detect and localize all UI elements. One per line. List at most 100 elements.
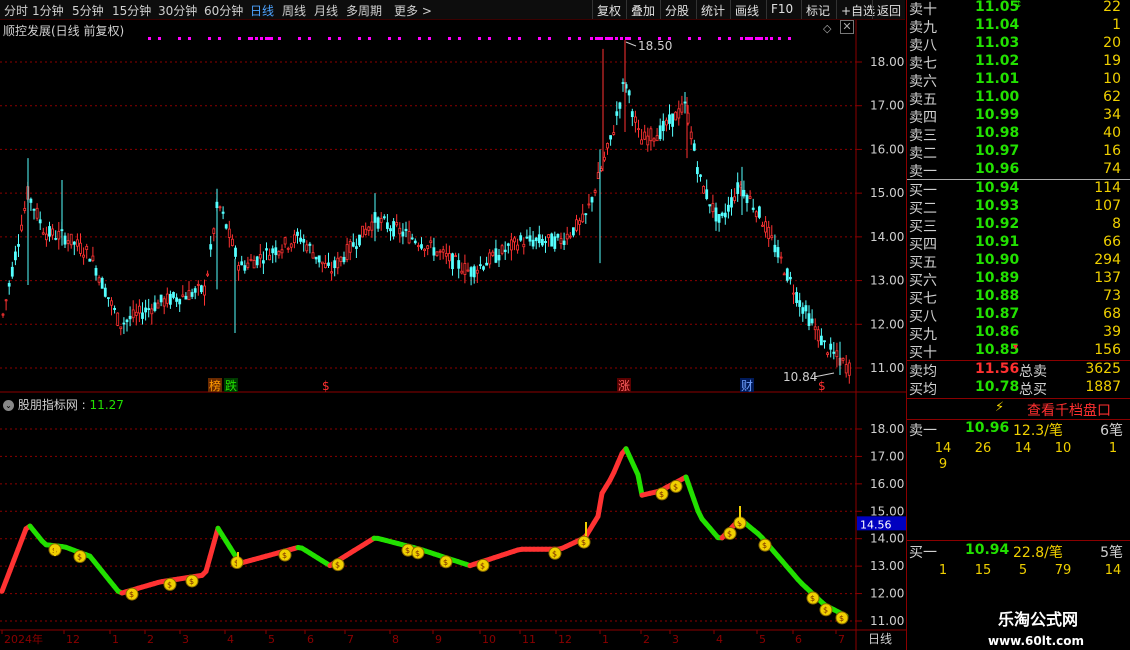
event-marker[interactable]: $	[818, 379, 826, 393]
level-volume: 10	[1103, 71, 1121, 87]
time-tick-label: 6	[795, 633, 802, 646]
bid-level-row[interactable]: 买九 10.86 39	[907, 324, 1130, 343]
level-volume: 62	[1103, 89, 1121, 105]
signal-dot	[688, 37, 691, 40]
bid-level-row[interactable]: 买四 10.91 66	[907, 234, 1130, 253]
level-volume: 34	[1103, 107, 1121, 123]
ask-level-row[interactable]: 卖四 10.99 34	[907, 107, 1130, 126]
candle-body	[618, 102, 622, 109]
candle-body	[361, 225, 365, 238]
sort-icon[interactable]: ↕	[1015, 0, 1023, 10]
level-price: 11.00	[975, 89, 1020, 105]
order-book-panel: 卖十 11.05 22 ↕ 卖九 11.04 1 卖八 11.03 20 卖七 11.02 19 卖六 11…	[906, 0, 1130, 650]
candle-body	[627, 90, 631, 96]
candle-body	[261, 260, 265, 264]
time-tick-label: 9	[435, 633, 442, 646]
candle-body	[593, 190, 597, 193]
bid-level-row[interactable]: 买八 10.87 68	[907, 306, 1130, 325]
candle-body	[758, 206, 761, 218]
signal-dot	[610, 37, 613, 40]
ask-level-row[interactable]: 卖六 11.01 10	[907, 71, 1130, 90]
event-marker[interactable]: 财	[741, 379, 753, 393]
bid-level-row[interactable]: 买五 10.90 294	[907, 252, 1130, 271]
bid-level-row[interactable]: 买一 10.94 114	[907, 180, 1130, 199]
price-tick-label: 15.00	[870, 186, 904, 200]
money-bag-icon: $	[73, 550, 87, 564]
candle-body	[289, 243, 293, 248]
bid-level-row[interactable]: 买十 10.85 156 ▾	[907, 342, 1130, 361]
time-tick-label: 5	[268, 633, 275, 646]
candle-body	[615, 111, 619, 116]
time-tick-label: 3	[672, 633, 679, 646]
candle-body	[488, 252, 492, 265]
ask-level-row[interactable]: 卖五 11.00 62	[907, 89, 1130, 108]
level-volume: 22	[1103, 0, 1121, 15]
ask-level-row[interactable]: 卖三 10.98 40	[907, 125, 1130, 144]
signal-dot	[620, 37, 623, 40]
candle-body	[779, 256, 783, 259]
level-label: 买五	[909, 255, 937, 271]
bid-level-row[interactable]: 买七 10.88 73	[907, 288, 1130, 307]
candle-body	[727, 204, 730, 212]
level-volume: 294	[1094, 252, 1121, 268]
ask-level-row[interactable]: 卖十 11.05 22 ↕	[907, 0, 1130, 18]
candle-body	[559, 238, 563, 244]
money-bag-symbol: $	[443, 558, 448, 567]
level-label: 买四	[909, 237, 937, 253]
sell-queue-header: 卖一 10.96 12.3/笔 6笔	[907, 420, 1130, 439]
money-bag-symbol: $	[405, 546, 410, 555]
money-bag-icon: $	[819, 603, 833, 617]
time-tick-label: 1	[112, 633, 119, 646]
money-bag-icon: $	[125, 587, 139, 601]
current-value-label: 14.56	[860, 518, 892, 531]
candle-body	[286, 247, 290, 250]
queue-label: 卖一	[909, 423, 937, 439]
indicator-tick-label: 13.00	[870, 559, 904, 573]
kline-chart[interactable]: 18.5010.84榜跌$涨财$ $$$$$$$$$$$$$$$$$$$$$$ …	[0, 0, 906, 650]
avg-label: 卖均	[909, 364, 937, 380]
level-volume: 137	[1094, 270, 1121, 286]
bid-level-row[interactable]: 买六 10.89 137	[907, 270, 1130, 289]
ask-level-row[interactable]: 卖二 10.97 16	[907, 143, 1130, 162]
level-volume: 39	[1103, 324, 1121, 340]
candle-body	[711, 203, 715, 213]
ask-level-row[interactable]: 卖八 11.03 20	[907, 35, 1130, 54]
candle-body	[482, 266, 485, 270]
ask-level-row[interactable]: 卖七 11.02 19	[907, 53, 1130, 72]
candle-body	[717, 214, 721, 223]
money-bag-icon: $	[411, 546, 425, 560]
bid-level-row[interactable]: 买三 10.92 8	[907, 216, 1130, 235]
candle-body	[79, 242, 82, 254]
candle-body	[88, 258, 92, 262]
event-marker[interactable]: 跌	[225, 378, 237, 393]
time-tick-label: 3	[182, 633, 189, 646]
candle-body	[156, 302, 160, 309]
ask-level-row[interactable]: 卖九 11.04 1	[907, 17, 1130, 36]
candle-body	[144, 307, 148, 313]
candle-body	[596, 172, 600, 179]
view-full-depth-button[interactable]: ⚡ 查看千档盘口	[907, 399, 1130, 419]
collapse-icon[interactable]: ⌄	[3, 400, 14, 411]
money-bag-symbol: $	[189, 577, 194, 586]
total-volume: 3625	[1085, 361, 1121, 377]
money-bag-symbol: $	[282, 551, 287, 560]
money-bag-icon: $	[758, 538, 772, 552]
candle-body	[401, 231, 405, 237]
event-marker[interactable]: $	[322, 379, 330, 393]
candle-body	[404, 228, 408, 232]
bid-level-row[interactable]: 买二 10.93 107	[907, 198, 1130, 217]
candle-body	[137, 305, 141, 314]
event-marker[interactable]: 榜	[209, 378, 221, 393]
candle-body	[609, 135, 612, 140]
ask-level-row[interactable]: 卖一 10.96 74	[907, 161, 1130, 180]
indicator-tick-label: 11.00	[870, 614, 904, 628]
candle-body	[224, 224, 228, 229]
signal-dot	[755, 37, 758, 40]
event-marker[interactable]: 涨	[618, 378, 630, 393]
sell-queue-order: 14	[934, 441, 952, 456]
candle-body	[317, 255, 321, 263]
book-divider	[907, 540, 1130, 541]
candle-body	[398, 227, 402, 235]
candle-body	[410, 237, 414, 240]
candle-body	[525, 236, 529, 239]
